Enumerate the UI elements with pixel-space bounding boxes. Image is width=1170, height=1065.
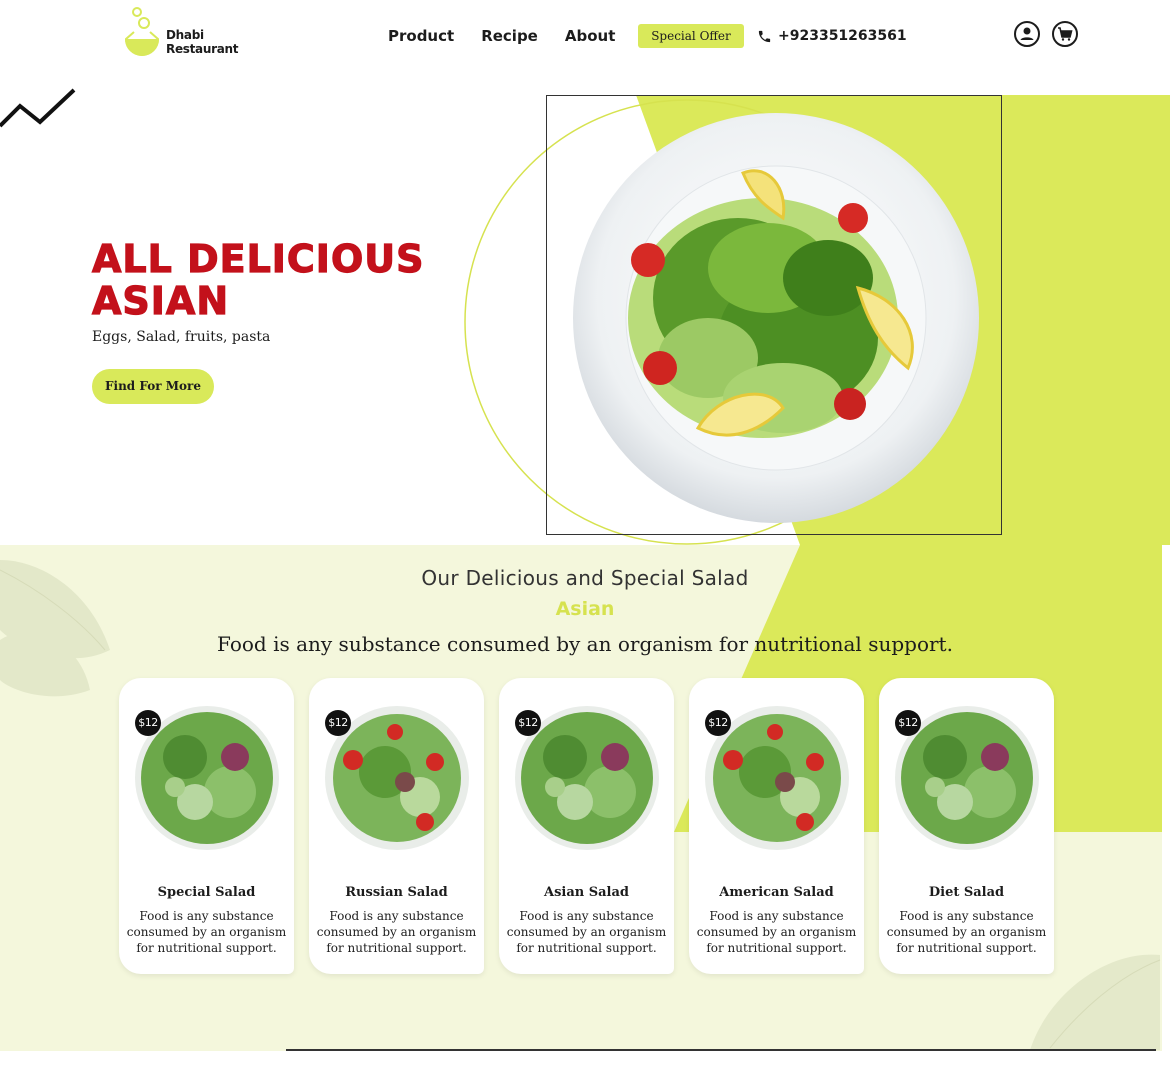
salad-card[interactable]: $12 Russian Salad Food is any substance … xyxy=(309,678,484,974)
salad-card[interactable]: $12 American Salad Food is any substance… xyxy=(689,678,864,974)
brand-name: Dhabi Restaurant xyxy=(166,28,239,56)
hero-subtitle: Eggs, Salad, fruits, pasta xyxy=(92,329,271,345)
section-subtitle: Our Delicious and Special Salad xyxy=(421,566,749,590)
section-accent: Asian xyxy=(555,598,615,620)
main-nav: Product Recipe About xyxy=(388,27,642,45)
cart-button[interactable] xyxy=(1052,21,1078,47)
section-description: Food is any substance consumed by an org… xyxy=(217,632,953,656)
nav-item-recipe[interactable]: Recipe xyxy=(481,27,538,45)
special-offer-button[interactable]: Special Offer xyxy=(638,24,744,48)
nav-item-about[interactable]: About xyxy=(565,27,616,45)
phone-icon xyxy=(758,30,771,42)
card-description: Food is any substance consumed by an org… xyxy=(316,909,477,955)
card-title: American Salad xyxy=(719,885,834,900)
card-title: Russian Salad xyxy=(345,885,448,900)
salad-card[interactable]: $12 Asian Salad Food is any substance co… xyxy=(499,678,674,974)
hero-title: ALL DELICIOUS ASIAN xyxy=(91,237,425,323)
card-description: Food is any substance consumed by an org… xyxy=(506,909,667,955)
user-account-button[interactable] xyxy=(1014,21,1040,47)
find-more-button[interactable]: Find For More xyxy=(92,369,214,404)
card-description: Food is any substance consumed by an org… xyxy=(696,909,857,955)
cart-icon xyxy=(1058,27,1073,41)
price-badge: $12 xyxy=(135,710,161,736)
price-badge: $12 xyxy=(895,710,921,736)
card-description: Food is any substance consumed by an org… xyxy=(886,909,1047,955)
card-title: Asian Salad xyxy=(543,885,629,900)
salad-card[interactable]: $12 Diet Salad Food is any substance con… xyxy=(879,678,1054,974)
section-divider xyxy=(286,1049,1156,1051)
brand-logo[interactable]: Dhabi Restaurant xyxy=(120,4,270,66)
price-badge: $12 xyxy=(705,710,731,736)
price-badge: $12 xyxy=(515,710,541,736)
price-badge: $12 xyxy=(325,710,351,736)
phone-number: +923351263561 xyxy=(778,28,907,44)
card-title: Special Salad xyxy=(157,885,256,900)
nav-item-product[interactable]: Product xyxy=(388,27,454,45)
user-icon xyxy=(1020,27,1034,40)
phone-contact[interactable]: +923351263561 xyxy=(757,27,907,45)
zigzag-decoration xyxy=(0,88,76,128)
card-description: Food is any substance consumed by an org… xyxy=(126,909,287,955)
card-title: Diet Salad xyxy=(928,885,1005,900)
logo-flask-icon xyxy=(124,7,160,56)
salad-card[interactable]: $12 Special Salad Food is any substance … xyxy=(119,678,294,974)
hero-salad-image xyxy=(573,113,979,523)
